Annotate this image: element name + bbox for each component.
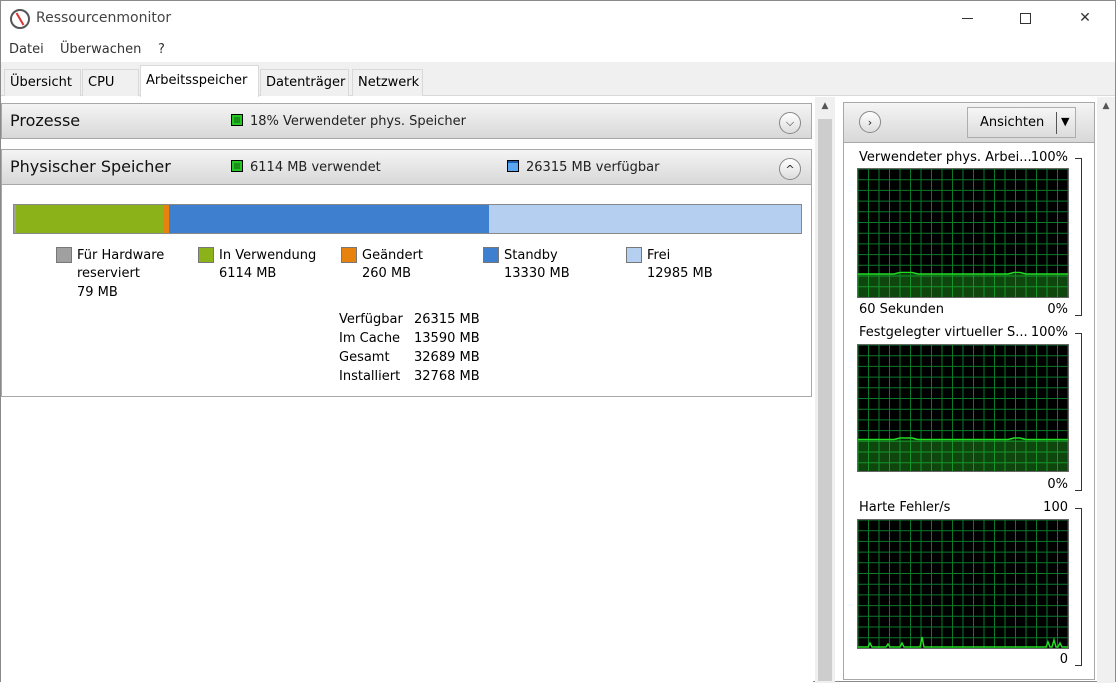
physical-memory-body: Für Hardware reserviert 79 MB In Verwend… <box>1 185 812 397</box>
graph-max-label: 100% <box>1030 325 1068 340</box>
graph-fill <box>858 439 1068 471</box>
title-bar: Ressourcenmonitor ✕ <box>1 1 1115 37</box>
inuse-swatch <box>198 247 214 263</box>
legend-standby-value: 13330 MB <box>504 266 570 281</box>
menu-datei[interactable]: Datei <box>9 42 44 57</box>
graph-fill <box>858 273 1068 297</box>
collapse-pane-chevron-icon[interactable]: › <box>859 111 881 133</box>
graph-pane-header: › Ansichten ▼ <box>844 103 1094 143</box>
memory-stats: Verfügbar 26315 MB Im Cache 13590 MB Gesam… <box>339 312 499 388</box>
maximize-button[interactable] <box>1002 1 1048 35</box>
stat-row: Gesamt 32689 MB <box>339 350 499 369</box>
processes-title: Prozesse <box>10 111 81 130</box>
memory-usage-bar <box>13 204 802 234</box>
legend-free-value: 12985 MB <box>647 266 713 281</box>
menu-help[interactable]: ? <box>158 42 165 57</box>
tab-strip: Übersicht CPU Arbeitsspeicher Datenträge… <box>1 62 1115 97</box>
graph-title: Verwendeter phys. Arbei... <box>859 150 1032 165</box>
right-pane-scrollbar[interactable]: ▲ <box>1097 97 1115 683</box>
stat-key: Verfügbar <box>339 312 403 327</box>
resource-monitor-icon <box>10 9 30 29</box>
left-pane-scrollbar[interactable]: ▲ <box>815 97 835 683</box>
graph-time-label: 60 Sekunden <box>859 302 945 317</box>
tab-netzwerk[interactable]: Netzwerk <box>352 69 423 96</box>
tab-arbeitsspeicher[interactable]: Arbeitsspeicher <box>140 65 259 97</box>
views-separator <box>1056 112 1057 134</box>
graph-title: Festgelegter virtueller S... <box>859 325 1028 340</box>
scrollbar-thumb[interactable] <box>818 119 832 681</box>
resource-monitor-window: Ressourcenmonitor ✕ Datei Überwachen ? Ü… <box>0 0 1116 683</box>
memory-bar-segment <box>489 205 801 233</box>
green-indicator-icon <box>231 114 243 126</box>
graph-scale-bracket <box>1074 158 1082 316</box>
standby-swatch <box>483 247 499 263</box>
collapse-chevron-icon[interactable]: ^ <box>779 158 801 180</box>
maximize-icon <box>1019 12 1031 24</box>
views-button[interactable]: Ansichten ▼ <box>967 107 1076 138</box>
stat-value: 32768 MB <box>414 369 480 384</box>
graph-used-physical <box>857 168 1069 298</box>
stat-key: Gesamt <box>339 350 390 365</box>
menu-bar: Datei Überwachen ? <box>1 39 1115 61</box>
blue-indicator-icon <box>507 160 519 172</box>
stat-row: Verfügbar 26315 MB <box>339 312 499 331</box>
legend-free-label: Frei <box>647 248 671 263</box>
stat-value: 13590 MB <box>414 331 480 346</box>
memory-bar-segment <box>168 205 490 233</box>
dropdown-arrow-icon[interactable]: ▼ <box>1061 115 1069 128</box>
minimize-icon <box>961 17 973 19</box>
tab-cpu[interactable]: CPU <box>82 69 139 96</box>
memory-bar-segment <box>15 205 163 233</box>
tab-uebersicht[interactable]: Übersicht <box>4 69 81 96</box>
graph-min-label: 0% <box>1047 302 1068 317</box>
tab-datentraeger[interactable]: Datenträger <box>260 69 349 96</box>
stat-row: Installiert 32768 MB <box>339 369 499 388</box>
graph-committed-virtual <box>857 344 1069 472</box>
graph-min-label: 0% <box>1047 477 1068 492</box>
legend-modified-value: 260 MB <box>362 266 412 281</box>
graph-scale-bracket <box>1074 333 1082 491</box>
stat-value: 26315 MB <box>414 312 480 327</box>
close-button[interactable]: ✕ <box>1062 1 1108 35</box>
legend-hardware-label-2: reserviert <box>77 266 140 281</box>
window-title: Ressourcenmonitor <box>36 10 172 26</box>
scroll-up-arrow-icon[interactable]: ▲ <box>1097 101 1115 111</box>
processes-section-header[interactable]: Prozesse 18% Verwendeter phys. Speicher … <box>1 103 812 139</box>
legend-modified-label: Geändert <box>362 248 423 263</box>
stat-row: Im Cache 13590 MB <box>339 331 499 350</box>
stat-key: Im Cache <box>339 331 401 346</box>
legend-hardware-label: Für Hardware <box>77 248 165 263</box>
menu-ueberwachen[interactable]: Überwachen <box>60 42 141 57</box>
graph-min-label: 0 <box>1059 652 1068 667</box>
views-button-label: Ansichten <box>980 115 1045 130</box>
legend-inuse-label: In Verwendung <box>219 248 317 263</box>
graph-pane: › Ansichten ▼ Verwendeter phys. Arbei...… <box>843 102 1095 680</box>
legend-standby-label: Standby <box>504 248 558 263</box>
graph-title: Harte Fehler/s <box>859 500 951 515</box>
legend-inuse-value: 6114 MB <box>219 266 277 281</box>
left-pane: Prozesse 18% Verwendeter phys. Speicher … <box>1 97 813 683</box>
physical-memory-title: Physischer Speicher <box>10 157 171 176</box>
graph-scale-bracket <box>1074 508 1082 666</box>
stat-value: 32689 MB <box>414 350 480 365</box>
stat-key: Installiert <box>339 369 401 384</box>
free-swatch <box>626 247 642 263</box>
green-indicator-icon <box>231 160 243 172</box>
expand-chevron-icon[interactable]: ⌵ <box>779 112 801 134</box>
used-info: 6114 MB verwendet <box>231 160 381 175</box>
graph-max-label: 100 <box>1043 500 1068 515</box>
legend-hardware-value: 79 MB <box>77 285 118 300</box>
close-icon: ✕ <box>1079 10 1091 26</box>
physical-memory-section-header[interactable]: Physischer Speicher 6114 MB verwendet 26… <box>1 149 812 185</box>
minimize-button[interactable] <box>944 1 990 35</box>
hardware-swatch <box>56 247 72 263</box>
graph-max-label: 100% <box>1030 150 1068 165</box>
modified-swatch <box>341 247 357 263</box>
graph-hard-faults <box>857 519 1069 649</box>
processes-info: 18% Verwendeter phys. Speicher <box>231 114 466 129</box>
available-info: 26315 MB verfügbar <box>507 160 659 175</box>
scroll-up-arrow-icon[interactable]: ▲ <box>815 101 835 111</box>
